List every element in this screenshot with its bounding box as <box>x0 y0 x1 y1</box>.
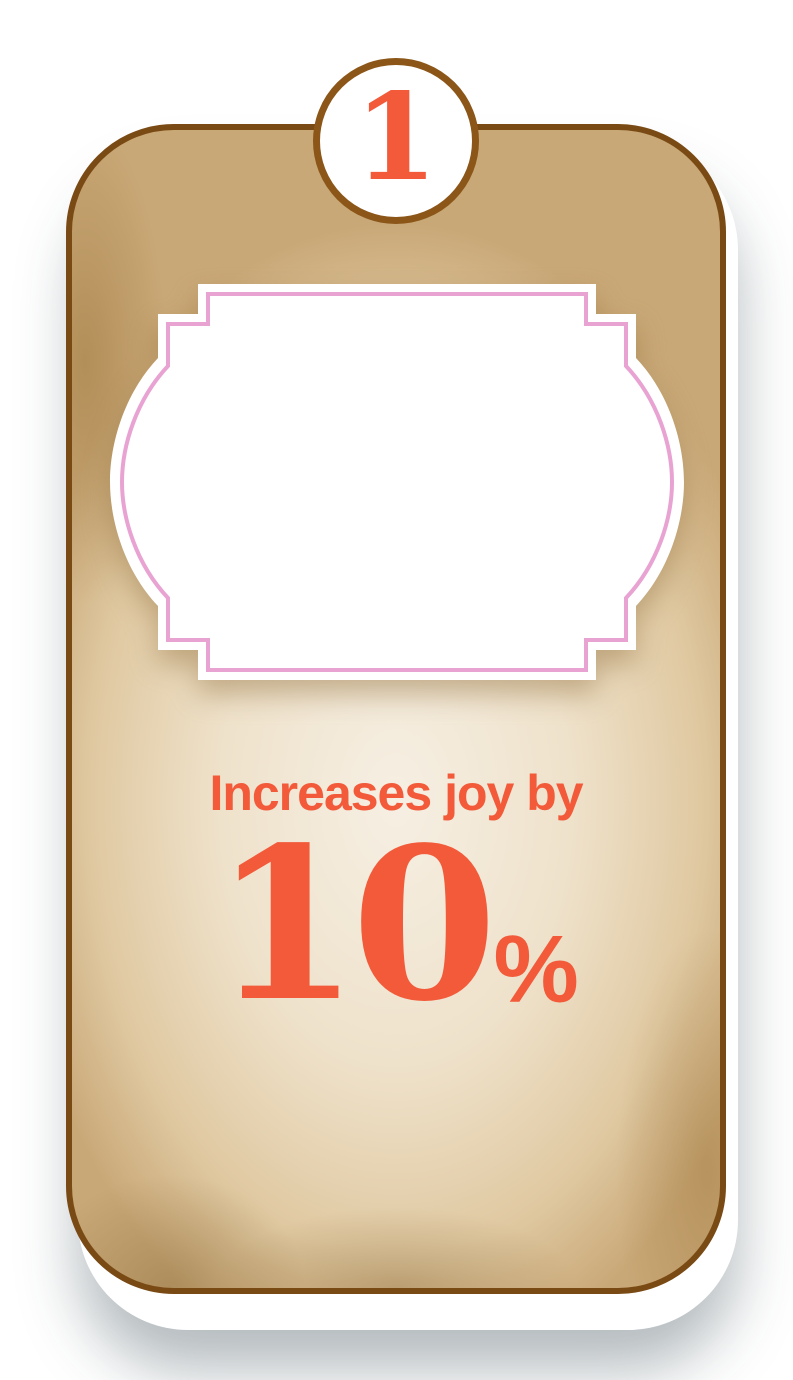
frame-inner-border <box>119 292 675 672</box>
joy-percentage-number: 10 <box>213 801 497 1048</box>
joy-card-page: 1 Increases joy by 10 % <box>0 0 793 1380</box>
badge-number: 1 <box>354 67 438 208</box>
ornate-label-frame-icon <box>110 284 684 680</box>
joy-value: 10 % <box>66 820 726 1030</box>
percent-sign: % <box>493 916 579 1023</box>
number-badge: 1 <box>313 58 479 224</box>
